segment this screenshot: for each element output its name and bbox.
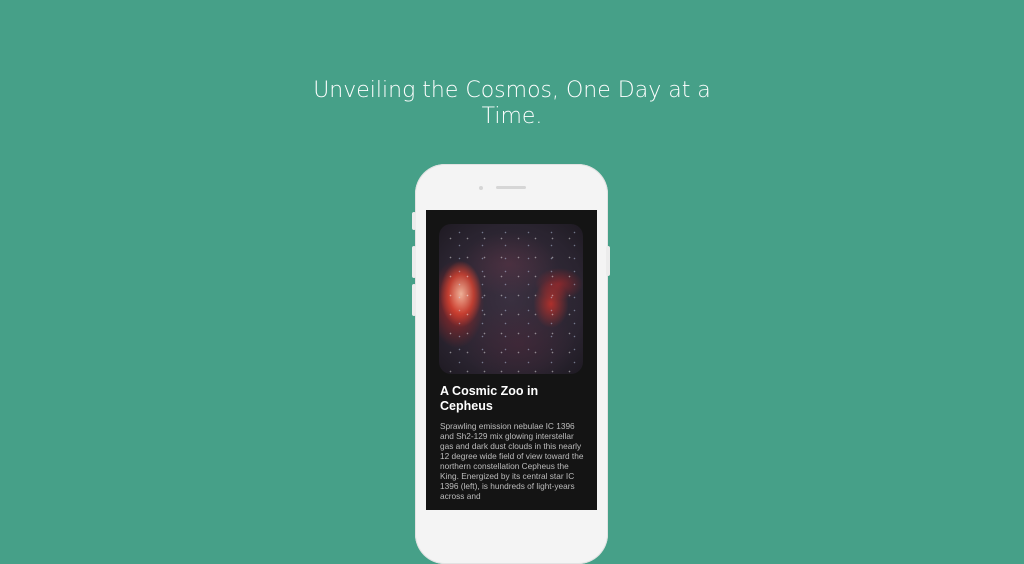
- phone-camera: [479, 186, 483, 190]
- phone-power-button: [606, 246, 610, 276]
- apod-title: A Cosmic Zoo in Cepheus: [440, 384, 539, 413]
- phone-speaker: [496, 186, 526, 189]
- phone-volume-up-button: [412, 246, 416, 278]
- phone-mockup: A Cosmic Zoo in Cepheus Sprawling emissi…: [412, 164, 610, 564]
- apod-image[interactable]: [439, 224, 583, 374]
- app-screen[interactable]: A Cosmic Zoo in Cepheus Sprawling emissi…: [426, 210, 597, 510]
- apod-description: Sprawling emission nebulae IC 1396 and S…: [440, 421, 584, 501]
- phone-volume-down-button: [412, 284, 416, 316]
- headline: Unveiling the Cosmos, One Day at a Time.: [313, 78, 711, 129]
- phone-mute-switch: [412, 212, 416, 230]
